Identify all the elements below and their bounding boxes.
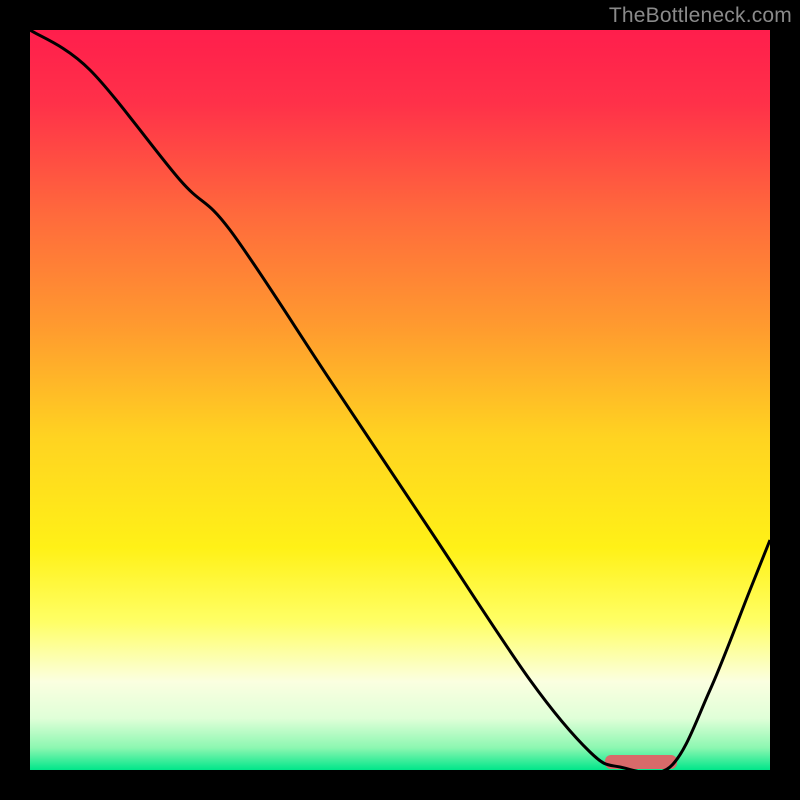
plot-area [30, 30, 770, 770]
watermark-text: TheBottleneck.com [609, 4, 792, 28]
chart-frame: TheBottleneck.com [0, 0, 800, 800]
data-curve [30, 30, 770, 770]
curve-layer [30, 30, 770, 770]
